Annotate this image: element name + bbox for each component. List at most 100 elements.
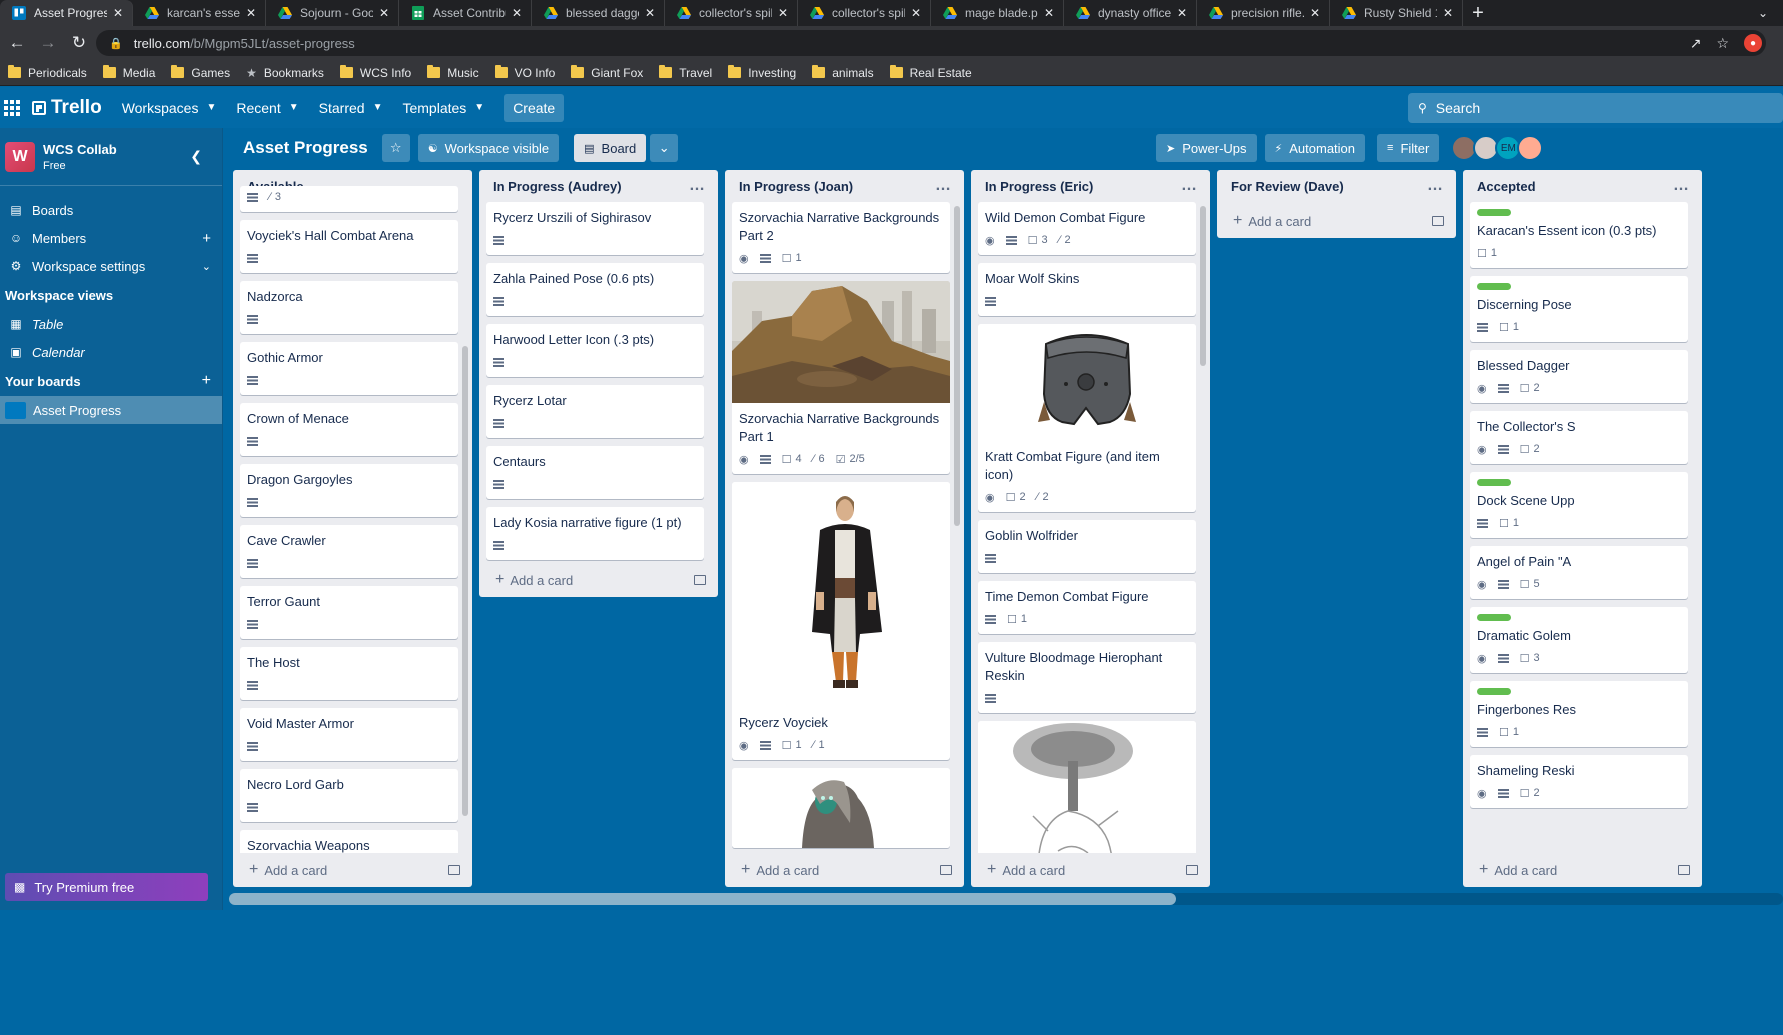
browser-tab[interactable]: karcan's essenti ✕: [133, 0, 266, 26]
card[interactable]: Szorvachia Narrative Backgrounds Part 1 ◉…: [732, 281, 950, 474]
sidebar-item-calendar[interactable]: ▣ Calendar: [0, 338, 222, 366]
card[interactable]: Crown of Menace: [240, 403, 458, 456]
close-icon[interactable]: ✕: [111, 6, 125, 20]
close-icon[interactable]: ✕: [1175, 6, 1189, 20]
sidebar-item-settings[interactable]: ⚙ Workspace settings ⌄: [0, 252, 222, 280]
card[interactable]: Wild Demon Combat Figure ◉ ☐ 3 ∕ 2: [978, 202, 1196, 255]
bookmark-item[interactable]: Real Estate: [889, 65, 972, 80]
card[interactable]: Rycerz Lotar: [486, 385, 704, 438]
list-scrollbar[interactable]: [1200, 206, 1206, 853]
card[interactable]: The Host: [240, 647, 458, 700]
card[interactable]: Angel of Pain "A ◉ ☐ 5: [1470, 546, 1688, 599]
bookmark-item[interactable]: Music: [427, 65, 479, 80]
view-switcher-button[interactable]: ⌄: [650, 134, 679, 162]
card[interactable]: [978, 721, 1196, 853]
bookmark-item[interactable]: VO Info: [494, 65, 555, 80]
close-icon[interactable]: ✕: [643, 6, 657, 20]
scrollbar-thumb[interactable]: [954, 206, 960, 526]
sidebar-board-asset-progress[interactable]: Asset Progress: [0, 396, 222, 424]
nav-workspaces[interactable]: Workspaces ▼: [122, 100, 217, 116]
add-card-button[interactable]: + Add a card: [1463, 853, 1702, 887]
card-template-icon[interactable]: [1186, 865, 1198, 875]
board-view-button[interactable]: ▤ Board: [574, 134, 647, 162]
card[interactable]: The Collector's S ◉ ☐ 2: [1470, 411, 1688, 464]
card[interactable]: Terror Gaunt: [240, 586, 458, 639]
bookmark-star-icon[interactable]: ☆: [1716, 35, 1729, 52]
list-header[interactable]: For Review (Dave)…: [1217, 170, 1456, 202]
card[interactable]: Goblin Wolfrider: [978, 520, 1196, 573]
trello-logo[interactable]: Trello: [32, 97, 102, 119]
list-title[interactable]: In Progress (Eric): [985, 179, 1093, 194]
bookmark-item[interactable]: ★ Bookmarks: [246, 66, 324, 80]
nav-templates[interactable]: Templates ▼: [402, 100, 484, 116]
bookmark-item[interactable]: Travel: [659, 65, 712, 80]
close-icon[interactable]: ✕: [1441, 6, 1455, 20]
list-title[interactable]: In Progress (Audrey): [493, 179, 622, 194]
list-header[interactable]: In Progress (Joan) …: [725, 170, 964, 202]
bookmark-item[interactable]: Periodicals: [8, 65, 87, 80]
card[interactable]: Nadzorca: [240, 281, 458, 334]
star-board-button[interactable]: ☆: [381, 134, 410, 162]
add-card-button[interactable]: + Add a card: [233, 853, 472, 887]
browser-tab[interactable]: dynasty officer's ✕: [1064, 0, 1197, 26]
card[interactable]: Voyciek's Hall Combat Arena: [240, 220, 458, 273]
list-title[interactable]: In Progress (Joan): [739, 179, 853, 194]
close-icon[interactable]: ✕: [1308, 6, 1322, 20]
tab-search-icon[interactable]: ⌄: [1743, 0, 1783, 26]
card[interactable]: Dramatic Golem ◉ ☐ 3: [1470, 607, 1688, 673]
sidebar-item-members[interactable]: ☺ Members +: [0, 224, 222, 252]
workspace-avatar[interactable]: W: [5, 141, 35, 172]
reload-button[interactable]: ↻: [65, 29, 93, 57]
list-header[interactable]: In Progress (Audrey) …: [479, 170, 718, 202]
card[interactable]: Szorvachia Weapons: [240, 830, 458, 853]
bookmark-item[interactable]: Giant Fox: [571, 65, 643, 80]
create-button[interactable]: Create: [504, 93, 565, 122]
search-input[interactable]: ⚲ Search: [1408, 93, 1783, 123]
list-title[interactable]: Accepted: [1477, 179, 1536, 194]
nav-starred[interactable]: Starred ▼: [319, 100, 383, 116]
card[interactable]: Kratt Combat Figure (and item icon) ◉ ☐ 2 ∕ 2: [978, 324, 1196, 512]
add-card-button[interactable]: + Add a card: [479, 563, 718, 597]
scrollbar-thumb[interactable]: [229, 893, 1176, 905]
browser-tab[interactable]: Sojourn - Googl ✕: [266, 0, 399, 26]
list-menu-icon[interactable]: …: [935, 177, 952, 195]
add-card-button[interactable]: + Add a card: [725, 853, 964, 887]
card[interactable]: Time Demon Combat Figure ☐ 1: [978, 581, 1196, 634]
card[interactable]: Vulture Bloodmage Hierophant Reskin: [978, 642, 1196, 713]
card[interactable]: Karacan's Essent icon (0.3 pts) ☐ 1: [1470, 202, 1688, 268]
close-icon[interactable]: ✕: [377, 6, 391, 20]
card[interactable]: Szorvachia Narrative Backgrounds Part 2 ◉…: [732, 202, 950, 273]
filter-button[interactable]: ≡ Filter: [1377, 134, 1440, 162]
automation-button[interactable]: ⚡ Automation: [1264, 134, 1366, 162]
close-icon[interactable]: ✕: [510, 6, 524, 20]
close-icon[interactable]: ✕: [1042, 6, 1056, 20]
browser-tab[interactable]: mage blade.png ✕: [931, 0, 1064, 26]
member-avatar[interactable]: [1517, 135, 1544, 161]
card[interactable]: Harwood Letter Icon (.3 pts): [486, 324, 704, 377]
browser-tab[interactable]: Asset Contribut ✕: [399, 0, 532, 26]
close-icon[interactable]: ✕: [776, 6, 790, 20]
card-label[interactable]: [1477, 283, 1511, 290]
browser-tab[interactable]: collector's spike ✕: [665, 0, 798, 26]
forward-button[interactable]: →: [34, 29, 62, 57]
list-menu-icon[interactable]: …: [689, 177, 706, 195]
card[interactable]: Cave Crawler: [240, 525, 458, 578]
new-tab-button[interactable]: +: [1463, 0, 1493, 26]
board-horizontal-scrollbar[interactable]: [229, 893, 1783, 905]
card[interactable]: Shameling Reski ◉ ☐ 2: [1470, 755, 1688, 808]
scrollbar-thumb[interactable]: [1200, 206, 1206, 366]
card[interactable]: Lady Kosia narrative figure (1 pt): [486, 507, 704, 560]
workspace-name[interactable]: WCS Collab: [43, 142, 117, 157]
browser-tab[interactable]: Rusty Shield 10/ ✕: [1330, 0, 1463, 26]
card-template-icon[interactable]: [1678, 865, 1690, 875]
card[interactable]: Moar Wolf Skins: [978, 263, 1196, 316]
card[interactable]: Centaurs: [486, 446, 704, 499]
card[interactable]: Dock Scene Upp ☐ 1: [1470, 472, 1688, 538]
card[interactable]: Fingerbones Res ☐ 1: [1470, 681, 1688, 747]
card-template-icon[interactable]: [1432, 216, 1444, 226]
visibility-button[interactable]: ☯ Workspace visible: [417, 134, 560, 162]
browser-tab[interactable]: Asset Progress | ✕: [0, 0, 133, 26]
collapse-sidebar-icon[interactable]: ❮: [190, 148, 202, 165]
card-label[interactable]: [1477, 688, 1511, 695]
add-card-button[interactable]: + Add a card: [1217, 204, 1456, 238]
